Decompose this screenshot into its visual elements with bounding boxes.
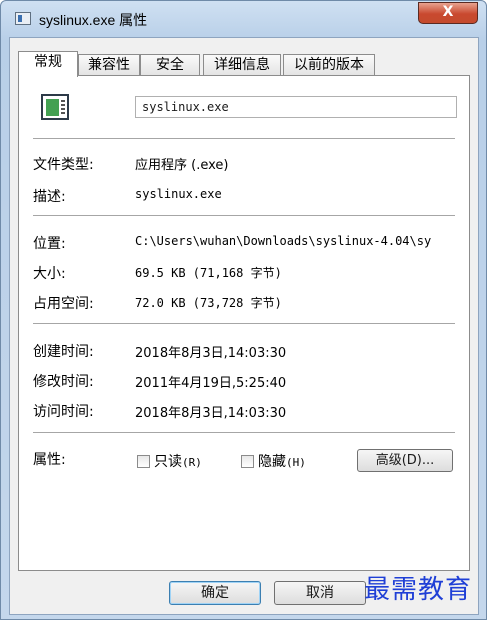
- created-label: 创建时间:: [33, 344, 94, 360]
- executable-file-icon: [41, 94, 69, 120]
- tab-details[interactable]: 详细信息: [203, 54, 281, 75]
- description-value: syslinux.exe: [135, 187, 222, 201]
- ok-button[interactable]: 确定: [169, 581, 261, 605]
- filename-field[interactable]: syslinux.exe: [135, 96, 457, 118]
- readonly-accel: (R): [182, 456, 202, 469]
- readonly-text: 只读: [154, 454, 182, 470]
- tab-security[interactable]: 安全: [140, 54, 200, 75]
- modified-value: 2011年4月19日,5:25:40: [135, 376, 287, 391]
- location-label: 位置:: [33, 236, 66, 252]
- tab-previous-versions[interactable]: 以前的版本: [283, 54, 375, 75]
- size-value: 69.5 KB (71,168 字节): [135, 266, 282, 280]
- hidden-text: 隐藏: [258, 454, 286, 470]
- accessed-value: 2018年8月3日,14:03:30: [135, 406, 287, 421]
- cancel-button[interactable]: 取消: [274, 581, 366, 605]
- readonly-label[interactable]: 只读(R): [154, 451, 202, 471]
- separator: [33, 215, 455, 216]
- attributes-label: 属性:: [33, 452, 66, 468]
- close-button[interactable]: X: [418, 2, 478, 24]
- dialog-client: 常规 兼容性 安全 详细信息 以前的版本 syslinux.exe 文件类型: …: [9, 37, 479, 615]
- location-value: C:\Users\wuhan\Downloads\syslinux-4.04\s…: [135, 234, 432, 248]
- file-type-value: 应用程序 (.exe): [135, 158, 229, 173]
- properties-window: syslinux.exe 属性 X 常规 兼容性 安全 详细信息 以前的版本 s…: [0, 0, 487, 620]
- modified-label: 修改时间:: [33, 374, 94, 390]
- separator: [33, 138, 455, 139]
- general-panel: syslinux.exe 文件类型: 应用程序 (.exe) 描述: sysli…: [18, 75, 470, 571]
- accessed-label: 访问时间:: [33, 404, 94, 420]
- file-type-label: 文件类型:: [33, 157, 94, 173]
- hidden-accel: (H): [286, 456, 306, 469]
- size-label: 大小:: [33, 266, 66, 282]
- close-icon: X: [442, 4, 454, 20]
- tab-strip: 常规 兼容性 安全 详细信息 以前的版本: [18, 51, 468, 77]
- separator: [33, 432, 455, 433]
- app-window-icon: [15, 12, 31, 25]
- watermark-logo: 最需教育: [363, 575, 472, 605]
- advanced-button[interactable]: 高级(D)...: [357, 449, 453, 472]
- window-title: syslinux.exe 属性: [39, 12, 148, 28]
- description-label: 描述:: [33, 189, 66, 205]
- created-value: 2018年8月3日,14:03:30: [135, 346, 287, 361]
- disk-size-label: 占用空间:: [33, 296, 94, 312]
- disk-size-value: 72.0 KB (73,728 字节): [135, 296, 282, 310]
- title-bar[interactable]: syslinux.exe 属性 X: [1, 1, 486, 37]
- separator: [33, 323, 455, 324]
- readonly-checkbox[interactable]: [137, 455, 150, 468]
- tab-compatibility[interactable]: 兼容性: [78, 54, 140, 75]
- hidden-label[interactable]: 隐藏(H): [258, 451, 306, 471]
- hidden-checkbox[interactable]: [241, 455, 254, 468]
- tab-general[interactable]: 常规: [18, 51, 78, 77]
